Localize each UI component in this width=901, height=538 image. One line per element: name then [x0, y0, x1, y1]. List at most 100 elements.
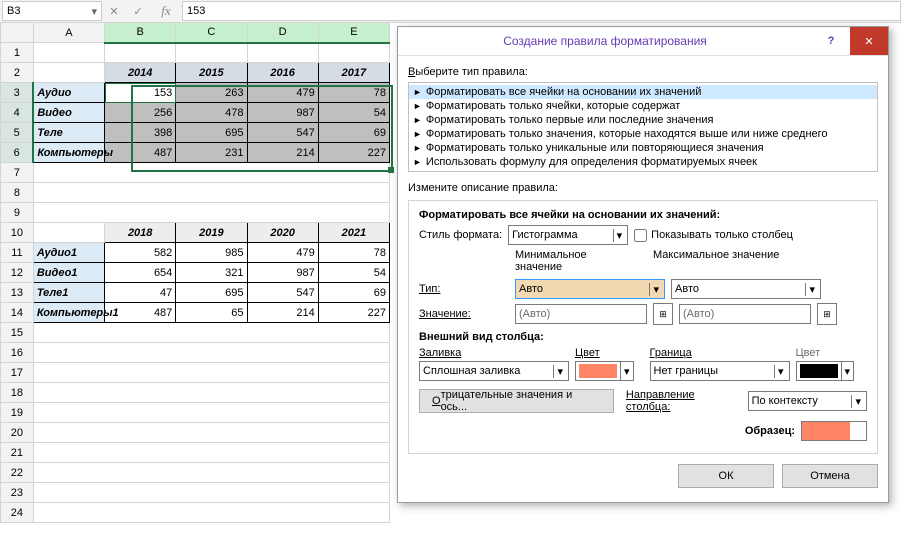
col-header-A[interactable]: A — [33, 23, 104, 43]
show-bar-only-checkbox[interactable]: Показывать только столбец — [634, 229, 793, 242]
cell[interactable]: 321 — [176, 263, 247, 283]
row-header-19[interactable]: 19 — [1, 403, 34, 423]
cancel-button[interactable]: Отмена — [782, 464, 878, 488]
cell[interactable]: 479 — [247, 83, 318, 103]
cell[interactable]: 2021 — [318, 223, 389, 243]
cell[interactable]: Видео — [33, 103, 104, 123]
cell[interactable] — [33, 203, 389, 223]
cell[interactable]: 2017 — [318, 63, 389, 83]
max-ref-button[interactable]: ⊞ — [817, 303, 837, 325]
cell[interactable]: Компьютеры — [33, 143, 104, 163]
row-header-15[interactable]: 15 — [1, 323, 34, 343]
cell[interactable]: Теле — [33, 123, 104, 143]
cell[interactable] — [33, 43, 104, 63]
row-header-13[interactable]: 13 — [1, 283, 34, 303]
cell[interactable]: 256 — [105, 103, 176, 123]
row-header-14[interactable]: 14 — [1, 303, 34, 323]
cell[interactable]: 2014 — [105, 63, 176, 83]
cell[interactable] — [33, 323, 389, 343]
cell[interactable]: 263 — [176, 83, 247, 103]
cell[interactable] — [33, 443, 389, 463]
cell[interactable]: 695 — [176, 283, 247, 303]
row-header-6[interactable]: 6 — [1, 143, 34, 163]
cell[interactable]: 987 — [247, 103, 318, 123]
rule-type-item[interactable]: ►Форматировать все ячейки на основании и… — [409, 85, 877, 99]
cell[interactable] — [33, 423, 389, 443]
row-header-17[interactable]: 17 — [1, 363, 34, 383]
cell[interactable]: 78 — [318, 83, 389, 103]
cell[interactable]: 47 — [105, 283, 176, 303]
cell-active[interactable]: 153 — [105, 83, 176, 103]
name-box-dropdown-icon[interactable]: ▾ — [91, 5, 97, 18]
cell[interactable]: 547 — [247, 123, 318, 143]
fill-select[interactable]: Сплошная заливка▾ — [419, 361, 569, 381]
cell[interactable]: 78 — [318, 243, 389, 263]
cell[interactable]: Компьютеры1 — [33, 303, 104, 323]
cell[interactable]: 214 — [247, 143, 318, 163]
rule-type-item[interactable]: ►Форматировать только ячейки, которые со… — [409, 99, 877, 113]
close-button[interactable]: ✕ — [850, 27, 888, 55]
cell[interactable] — [247, 43, 318, 63]
enter-icon[interactable]: ✓ — [126, 5, 150, 18]
row-header-3[interactable]: 3 — [1, 83, 34, 103]
fx-icon[interactable]: fx — [154, 3, 178, 19]
cell[interactable] — [33, 343, 389, 363]
row-header-7[interactable]: 7 — [1, 163, 34, 183]
max-type-select[interactable]: Авто▾ — [671, 279, 821, 299]
cell[interactable]: 398 — [105, 123, 176, 143]
cell[interactable] — [33, 223, 104, 243]
border-select[interactable]: Нет границы▾ — [650, 361, 790, 381]
cell[interactable]: 985 — [176, 243, 247, 263]
cell[interactable]: 478 — [176, 103, 247, 123]
row-header-24[interactable]: 24 — [1, 503, 34, 523]
name-box[interactable]: B3 ▾ — [2, 1, 102, 21]
row-header-18[interactable]: 18 — [1, 383, 34, 403]
cell[interactable] — [33, 63, 104, 83]
row-header-4[interactable]: 4 — [1, 103, 34, 123]
show-bar-only-input[interactable] — [634, 229, 647, 242]
ok-button[interactable]: ОК — [678, 464, 774, 488]
rule-type-item[interactable]: ►Форматировать только первые или последн… — [409, 113, 877, 127]
cell[interactable]: 987 — [247, 263, 318, 283]
cell[interactable] — [318, 43, 389, 63]
cell[interactable]: 214 — [247, 303, 318, 323]
row-header-10[interactable]: 10 — [1, 223, 34, 243]
direction-select[interactable]: По контексту▾ — [748, 391, 867, 411]
cell[interactable]: 479 — [247, 243, 318, 263]
min-type-select[interactable]: Авто▾ — [515, 279, 665, 299]
rule-type-item[interactable]: ►Использовать формулу для определения фо… — [409, 155, 877, 169]
cell[interactable]: 69 — [318, 123, 389, 143]
row-header-2[interactable]: 2 — [1, 63, 34, 83]
row-header-22[interactable]: 22 — [1, 463, 34, 483]
cell[interactable] — [33, 363, 389, 383]
row-header-21[interactable]: 21 — [1, 443, 34, 463]
negative-values-button[interactable]: Отрицательные значения и ось... — [419, 389, 614, 413]
col-header-D[interactable]: D — [247, 23, 318, 43]
row-header-20[interactable]: 20 — [1, 423, 34, 443]
row-header-9[interactable]: 9 — [1, 203, 34, 223]
col-header-C[interactable]: C — [176, 23, 247, 43]
cell[interactable]: 582 — [105, 243, 176, 263]
row-header-1[interactable]: 1 — [1, 43, 34, 63]
cell[interactable]: 54 — [318, 103, 389, 123]
cell[interactable]: 654 — [105, 263, 176, 283]
dialog-titlebar[interactable]: Создание правила форматирования ? ✕ — [398, 27, 888, 56]
row-header-16[interactable]: 16 — [1, 343, 34, 363]
cell[interactable]: 231 — [176, 143, 247, 163]
cell[interactable]: Видео1 — [33, 263, 104, 283]
cell[interactable]: 2019 — [176, 223, 247, 243]
cell[interactable]: 2020 — [247, 223, 318, 243]
cell[interactable]: 227 — [318, 303, 389, 323]
cell[interactable] — [33, 183, 389, 203]
cell[interactable] — [105, 43, 176, 63]
cell[interactable]: 695 — [176, 123, 247, 143]
row-header-23[interactable]: 23 — [1, 483, 34, 503]
cell[interactable]: Аудио1 — [33, 243, 104, 263]
cell[interactable] — [33, 383, 389, 403]
cell[interactable]: 547 — [247, 283, 318, 303]
cell[interactable]: 54 — [318, 263, 389, 283]
cell[interactable]: 227 — [318, 143, 389, 163]
help-button[interactable]: ? — [812, 27, 850, 55]
col-header-E[interactable]: E — [318, 23, 389, 43]
cell[interactable]: 2016 — [247, 63, 318, 83]
